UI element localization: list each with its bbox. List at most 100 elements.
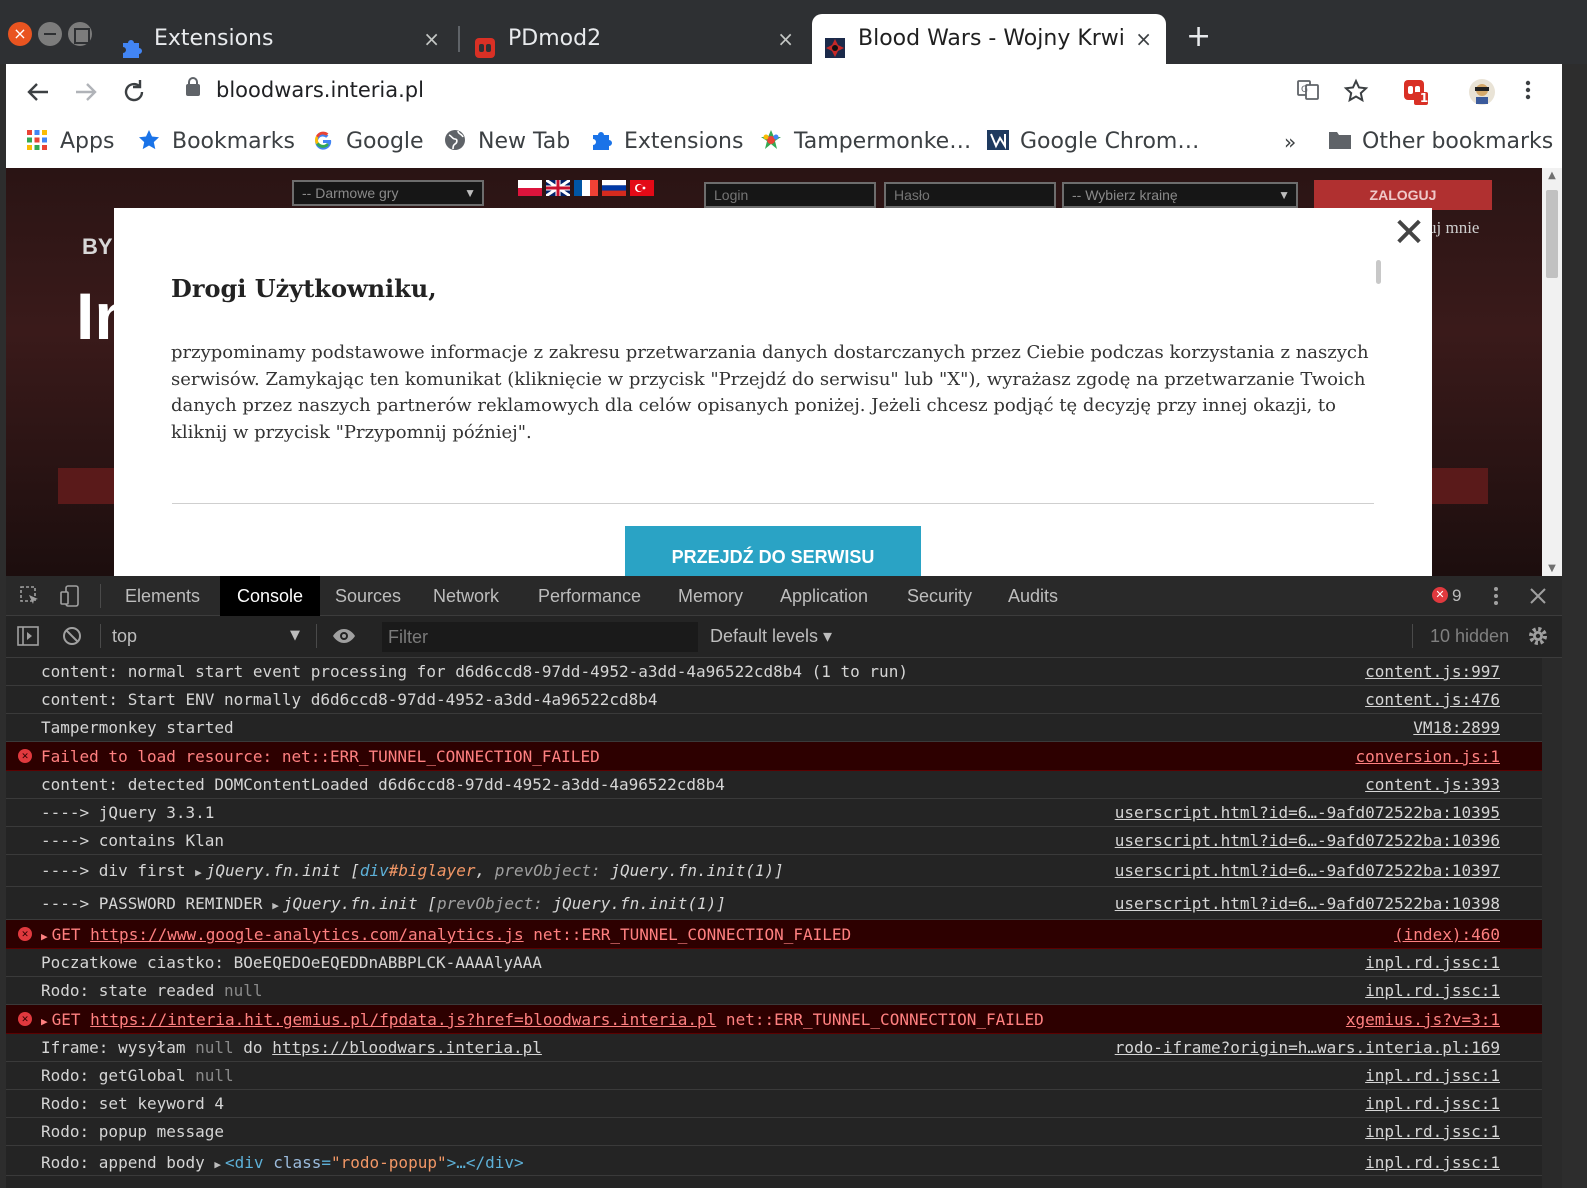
go-to-service-button[interactable]: PRZEJDŹ DO SERWISU — [625, 526, 921, 576]
chevron-down-icon[interactable]: ▼ — [290, 628, 300, 643]
bookmark-new-tab[interactable]: New Tab — [444, 126, 570, 158]
bookmark-apps[interactable]: Apps — [26, 126, 114, 158]
source-link[interactable]: userscript.html?id=6…-9afd072522ba:10396 — [1115, 827, 1500, 855]
modal-scrollbar[interactable] — [1376, 260, 1381, 284]
source-link[interactable]: userscript.html?id=6…-9afd072522ba:10397 — [1115, 855, 1500, 887]
error-count[interactable]: 9 — [1452, 576, 1461, 616]
window-close-button[interactable]: × — [8, 22, 32, 46]
source-link[interactable]: content.js:393 — [1365, 771, 1500, 799]
request-url-link[interactable]: https://interia.hit.gemius.pl/fpdata.js?… — [90, 1010, 716, 1029]
flag-fr-icon[interactable] — [574, 180, 598, 196]
url-link[interactable]: https://bloodwars.interia.pl — [272, 1038, 542, 1057]
window-minimize-button[interactable] — [38, 22, 62, 46]
tab-close-icon[interactable]: × — [1135, 14, 1152, 64]
bookmark-tampermonkey[interactable]: Tampermonke… — [760, 126, 971, 158]
bookmark-bookmarks[interactable]: Bookmarks — [138, 126, 295, 158]
devtools-menu-icon[interactable] — [1484, 584, 1508, 608]
flag-pl-icon[interactable] — [518, 180, 542, 196]
request-url-link[interactable]: https://www.google-analytics.com/analyti… — [90, 925, 523, 944]
source-link[interactable]: content.js:997 — [1365, 658, 1500, 686]
modal-close-button[interactable]: ✕ — [1390, 213, 1428, 253]
tab-close-icon[interactable]: × — [777, 14, 794, 64]
window-maximize-button[interactable] — [68, 22, 92, 46]
login-button[interactable]: ZALOGUJ — [1314, 180, 1492, 210]
source-link[interactable]: userscript.html?id=6…-9afd072522ba:10398 — [1115, 887, 1500, 920]
avatar[interactable] — [1468, 78, 1496, 106]
expand-triangle-icon[interactable]: ▶ — [41, 930, 48, 943]
tab-application[interactable]: Application — [780, 576, 868, 616]
free-games-select[interactable]: -- Darmowe gry ▼ — [292, 180, 484, 206]
console-row[interactable]: ----> PASSWORD REMINDER ▶ jQuery.fn.init … — [6, 887, 1542, 920]
context-select[interactable]: top — [112, 626, 137, 647]
reload-button[interactable] — [118, 76, 150, 108]
source-link[interactable]: inpl.rd.jssc:1 — [1365, 1090, 1500, 1118]
back-button[interactable] — [22, 76, 54, 108]
realm-select[interactable]: -- Wybierz krainę ▼ — [1062, 182, 1298, 208]
scroll-up-icon[interactable]: ▲ — [1546, 170, 1558, 181]
bookmark-extensions[interactable]: Extensions — [590, 126, 743, 158]
console-error-row[interactable]: ✕ ▶ GET https://www.google-analytics.com/… — [6, 920, 1542, 949]
scrollbar-thumb[interactable] — [1546, 190, 1558, 278]
tab-network[interactable]: Network — [433, 576, 499, 616]
tab-console[interactable]: Console — [220, 576, 321, 616]
source-link[interactable]: inpl.rd.jssc:1 — [1365, 1146, 1500, 1180]
expand-triangle-icon[interactable]: ▶ — [272, 899, 279, 912]
tab-audits[interactable]: Audits — [1008, 576, 1058, 616]
tab-performance[interactable]: Performance — [538, 576, 641, 616]
source-link[interactable]: (index):460 — [1394, 920, 1500, 949]
devtools-close-icon[interactable] — [1526, 584, 1550, 608]
tab-elements[interactable]: Elements — [125, 576, 200, 616]
console-error-row[interactable]: ✕ ▶ GET https://interia.hit.gemius.pl/fpd… — [6, 1005, 1542, 1034]
forward-button[interactable] — [70, 76, 102, 108]
bookmark-google[interactable]: Google — [312, 126, 424, 158]
bookmark-chrome-store[interactable]: Google Chrom… — [986, 126, 1199, 158]
clear-console-icon[interactable] — [60, 624, 84, 648]
source-link[interactable]: xgemius.js?v=3:1 — [1346, 1005, 1500, 1034]
sidebar-toggle-icon[interactable] — [16, 624, 40, 648]
source-link[interactable]: inpl.rd.jssc:1 — [1365, 949, 1500, 977]
source-link[interactable]: conversion.js:1 — [1356, 742, 1501, 771]
source-link[interactable]: inpl.rd.jssc:1 — [1365, 977, 1500, 1005]
console-scrollbar[interactable] — [1542, 658, 1562, 1188]
tab-security[interactable]: Security — [907, 576, 972, 616]
source-link[interactable]: userscript.html?id=6…-9afd072522ba:10395 — [1115, 799, 1500, 827]
expand-triangle-icon[interactable]: ▶ — [195, 866, 202, 879]
login-input[interactable] — [704, 182, 876, 208]
password-input[interactable] — [884, 182, 1056, 208]
url-text[interactable]: bloodwars.interia.pl — [216, 78, 424, 102]
source-link[interactable]: rodo-iframe?origin=h…wars.interia.pl:169 — [1115, 1034, 1500, 1062]
device-toolbar-icon[interactable] — [58, 584, 82, 608]
log-levels-dropdown[interactable]: Default levels ▾ — [710, 626, 832, 647]
menu-kebab-icon[interactable] — [1514, 78, 1542, 106]
other-bookmarks[interactable]: Other bookmarks — [1328, 126, 1553, 158]
source-link[interactable]: inpl.rd.jssc:1 — [1365, 1062, 1500, 1090]
tab-sources[interactable]: Sources — [335, 576, 401, 616]
inspect-element-icon[interactable] — [18, 584, 42, 608]
expand-triangle-icon[interactable]: ▶ — [214, 1158, 221, 1171]
console-filter-input[interactable] — [382, 622, 698, 652]
tab-close-icon[interactable]: × — [423, 14, 440, 64]
bookmark-star-icon[interactable] — [1342, 78, 1370, 106]
tab-memory[interactable]: Memory — [678, 576, 743, 616]
console-row[interactable]: ----> div first ▶ jQuery.fn.init [div#big… — [6, 855, 1542, 887]
source-link[interactable]: inpl.rd.jssc:1 — [1365, 1118, 1500, 1146]
new-tab-button[interactable]: + — [1186, 22, 1214, 52]
tab-extensions[interactable]: Extensions × — [108, 14, 454, 64]
scroll-down-icon[interactable]: ▼ — [1546, 563, 1558, 574]
console-row[interactable]: Rodo: append body ▶ <div class="rodo-popu… — [6, 1146, 1542, 1176]
pdmod-extension-icon[interactable]: 1 — [1402, 78, 1430, 106]
remember-me-label[interactable]: uj mnie — [1428, 218, 1479, 238]
bookmarks-overflow-button[interactable]: » — [1284, 126, 1296, 158]
console-settings-gear-icon[interactable] — [1526, 624, 1550, 648]
source-link[interactable]: VM18:2899 — [1413, 714, 1500, 742]
live-expression-eye-icon[interactable] — [332, 624, 356, 648]
flag-ru-icon[interactable] — [602, 180, 626, 196]
expand-triangle-icon[interactable]: ▶ — [41, 1015, 48, 1028]
source-link[interactable]: content.js:476 — [1365, 686, 1500, 714]
page-scrollbar[interactable]: ▲ ▼ — [1542, 168, 1562, 576]
tab-blood-wars[interactable]: Blood Wars - Wojny Krwi × — [812, 14, 1166, 64]
translate-icon[interactable]: G — [1294, 78, 1322, 106]
flag-uk-icon[interactable] — [546, 180, 570, 196]
tab-pdmod2[interactable]: PDmod2 × — [462, 14, 808, 64]
error-icon[interactable]: ✕ — [1432, 587, 1448, 603]
